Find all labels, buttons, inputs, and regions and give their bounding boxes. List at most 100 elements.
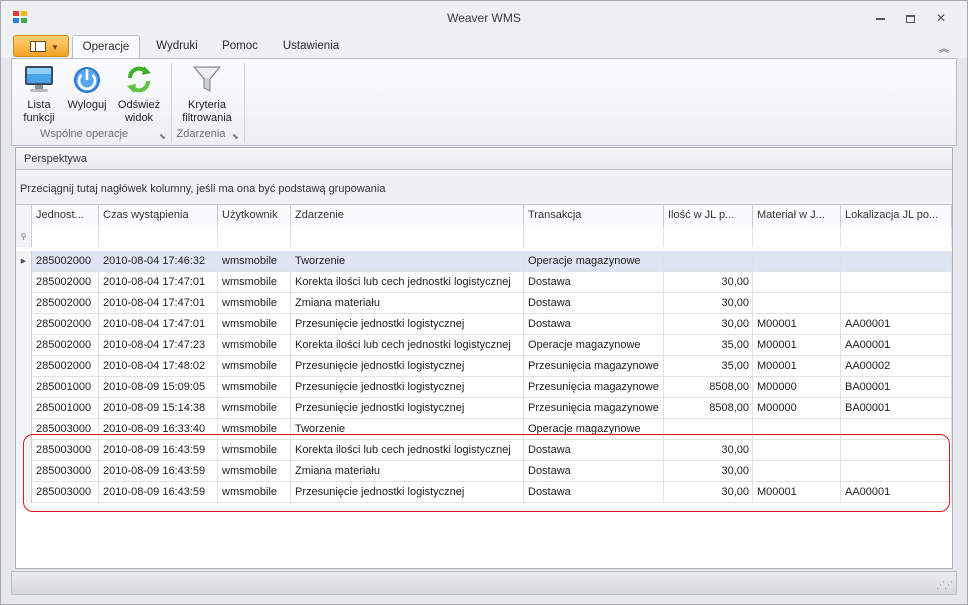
cell-zdarzenie[interactable]: Korekta ilości lub cech jednostki logist… bbox=[291, 272, 524, 293]
cell-material[interactable] bbox=[753, 272, 841, 293]
cell-material[interactable]: M00001 bbox=[753, 356, 841, 377]
filter-cell[interactable] bbox=[753, 226, 841, 247]
cell-material[interactable]: M00000 bbox=[753, 398, 841, 419]
cell-jednostka[interactable]: 285002000 bbox=[32, 335, 99, 356]
column-header-uzytkownik[interactable]: Użytkownik bbox=[218, 205, 291, 226]
cell-material[interactable]: M00001 bbox=[753, 314, 841, 335]
cell-ilosc[interactable]: 30,00 bbox=[664, 293, 753, 314]
cell-ilosc[interactable]: 30,00 bbox=[664, 482, 753, 503]
cell-zdarzenie[interactable]: Przesunięcie jednostki logistycznej bbox=[291, 377, 524, 398]
cell-uzytkownik[interactable]: wmsmobile bbox=[218, 356, 291, 377]
cell-jednostka[interactable]: 285002000 bbox=[32, 314, 99, 335]
cell-ilosc[interactable]: 30,00 bbox=[664, 461, 753, 482]
cell-zdarzenie[interactable]: Zmiana materiału bbox=[291, 293, 524, 314]
cell-czas[interactable]: 2010-08-09 15:14:38 bbox=[99, 398, 218, 419]
cell-lokalizacja[interactable] bbox=[841, 461, 952, 482]
filter-cell[interactable] bbox=[218, 226, 291, 247]
kryteria-filtrowania-button[interactable]: Kryteria filtrowania bbox=[175, 63, 239, 125]
cell-jednostka[interactable]: 285003000 bbox=[32, 482, 99, 503]
cell-zdarzenie[interactable]: Zmiana materiału bbox=[291, 461, 524, 482]
cell-uzytkownik[interactable]: wmsmobile bbox=[218, 377, 291, 398]
cell-uzytkownik[interactable]: wmsmobile bbox=[218, 251, 291, 272]
cell-czas[interactable]: 2010-08-04 17:47:23 bbox=[99, 335, 218, 356]
cell-uzytkownik[interactable]: wmsmobile bbox=[218, 461, 291, 482]
cell-uzytkownik[interactable]: wmsmobile bbox=[218, 335, 291, 356]
filter-cell[interactable] bbox=[291, 226, 524, 247]
lista-funkcji-button[interactable]: Lista funkcji bbox=[16, 63, 62, 125]
cell-material[interactable] bbox=[753, 293, 841, 314]
dialog-launcher-icon[interactable]: ⬊ bbox=[159, 132, 166, 141]
cell-transakcja[interactable]: Operacje magazynowe bbox=[524, 419, 664, 440]
resize-grip-icon[interactable]: ⋰⋰ bbox=[936, 580, 953, 591]
table-row[interactable]: 285003000 2010-08-09 16:43:59 wmsmobile Prz… bbox=[16, 482, 952, 503]
cell-transakcja[interactable]: Dostawa bbox=[524, 293, 664, 314]
cell-uzytkownik[interactable]: wmsmobile bbox=[218, 272, 291, 293]
cell-lokalizacja[interactable] bbox=[841, 293, 952, 314]
cell-czas[interactable]: 2010-08-09 16:43:59 bbox=[99, 440, 218, 461]
cell-transakcja[interactable]: Przesunięcia magazynowe bbox=[524, 398, 664, 419]
cell-transakcja[interactable]: Przesunięcia magazynowe bbox=[524, 356, 664, 377]
filter-cell[interactable] bbox=[841, 226, 952, 247]
app-menu-button[interactable]: ▼ bbox=[13, 35, 69, 57]
cell-material[interactable]: M00001 bbox=[753, 335, 841, 356]
cell-czas[interactable]: 2010-08-09 16:43:59 bbox=[99, 461, 218, 482]
cell-material[interactable] bbox=[753, 440, 841, 461]
cell-czas[interactable]: 2010-08-09 16:43:59 bbox=[99, 482, 218, 503]
cell-lokalizacja[interactable]: BA00001 bbox=[841, 377, 952, 398]
cell-ilosc[interactable] bbox=[664, 251, 753, 272]
cell-transakcja[interactable]: Dostawa bbox=[524, 440, 664, 461]
cell-jednostka[interactable]: 285003000 bbox=[32, 419, 99, 440]
table-row[interactable]: ▶ 285002000 2010-08-04 17:46:32 wmsmobile Tw… bbox=[16, 251, 952, 272]
cell-ilosc[interactable]: 35,00 bbox=[664, 356, 753, 377]
cell-material[interactable] bbox=[753, 461, 841, 482]
cell-czas[interactable]: 2010-08-04 17:47:01 bbox=[99, 293, 218, 314]
cell-transakcja[interactable]: Operacje magazynowe bbox=[524, 335, 664, 356]
cell-zdarzenie[interactable]: Tworzenie bbox=[291, 251, 524, 272]
column-header-zdarzenie[interactable]: Zdarzenie bbox=[291, 205, 524, 226]
column-header-czas[interactable]: Czas wystąpienia bbox=[99, 205, 218, 226]
cell-czas[interactable]: 2010-08-04 17:46:32 bbox=[99, 251, 218, 272]
table-row[interactable]: 285002000 2010-08-04 17:47:23 wmsmobile Kor… bbox=[16, 335, 952, 356]
filter-cell[interactable] bbox=[664, 226, 753, 247]
filter-cell[interactable] bbox=[524, 226, 664, 247]
cell-ilosc[interactable]: 30,00 bbox=[664, 272, 753, 293]
cell-transakcja[interactable]: Dostawa bbox=[524, 482, 664, 503]
column-header-ilosc[interactable]: Ilość w JL p... bbox=[664, 205, 753, 226]
tab-wydruki[interactable]: Wydruki bbox=[149, 34, 205, 58]
cell-ilosc[interactable]: 8508,00 bbox=[664, 398, 753, 419]
odswiez-widok-button[interactable]: Odśwież widok bbox=[113, 63, 165, 125]
table-row[interactable]: 285002000 2010-08-04 17:47:01 wmsmobile Kor… bbox=[16, 272, 952, 293]
column-header-lokalizacja[interactable]: Lokalizacja JL po... bbox=[841, 205, 952, 226]
cell-uzytkownik[interactable]: wmsmobile bbox=[218, 482, 291, 503]
cell-ilosc[interactable]: 30,00 bbox=[664, 440, 753, 461]
column-header-material[interactable]: Materiał w J... bbox=[753, 205, 841, 226]
cell-uzytkownik[interactable]: wmsmobile bbox=[218, 419, 291, 440]
cell-czas[interactable]: 2010-08-04 17:47:01 bbox=[99, 314, 218, 335]
wyloguj-button[interactable]: Wyloguj bbox=[64, 63, 110, 112]
table-row[interactable]: 285003000 2010-08-09 16:33:40 wmsmobile Two… bbox=[16, 419, 952, 440]
cell-material[interactable]: M00001 bbox=[753, 482, 841, 503]
cell-czas[interactable]: 2010-08-09 15:09:05 bbox=[99, 377, 218, 398]
cell-ilosc[interactable]: 8508,00 bbox=[664, 377, 753, 398]
cell-lokalizacja[interactable] bbox=[841, 440, 952, 461]
cell-uzytkownik[interactable]: wmsmobile bbox=[218, 314, 291, 335]
cell-material[interactable] bbox=[753, 419, 841, 440]
cell-zdarzenie[interactable]: Przesunięcie jednostki logistycznej bbox=[291, 482, 524, 503]
filter-cell[interactable] bbox=[99, 226, 218, 247]
cell-lokalizacja[interactable]: AA00001 bbox=[841, 482, 952, 503]
table-row[interactable]: 285003000 2010-08-09 16:43:59 wmsmobile Kor… bbox=[16, 440, 952, 461]
cell-transakcja[interactable]: Dostawa bbox=[524, 461, 664, 482]
group-by-area[interactable]: Przeciągnij tutaj nagłówek kolumny, jeśl… bbox=[16, 170, 952, 205]
cell-uzytkownik[interactable]: wmsmobile bbox=[218, 293, 291, 314]
cell-transakcja[interactable]: Dostawa bbox=[524, 314, 664, 335]
cell-uzytkownik[interactable]: wmsmobile bbox=[218, 440, 291, 461]
cell-jednostka[interactable]: 285003000 bbox=[32, 440, 99, 461]
cell-lokalizacja[interactable]: AA00001 bbox=[841, 314, 952, 335]
cell-zdarzenie[interactable]: Przesunięcie jednostki logistycznej bbox=[291, 398, 524, 419]
tab-operacje[interactable]: Operacje bbox=[72, 35, 140, 59]
tab-pomoc[interactable]: Pomoc bbox=[215, 34, 265, 58]
cell-jednostka[interactable]: 285001000 bbox=[32, 377, 99, 398]
table-row[interactable]: 285003000 2010-08-09 16:43:59 wmsmobile Zmi… bbox=[16, 461, 952, 482]
cell-lokalizacja[interactable]: AA00001 bbox=[841, 335, 952, 356]
minimize-button[interactable] bbox=[870, 10, 890, 26]
